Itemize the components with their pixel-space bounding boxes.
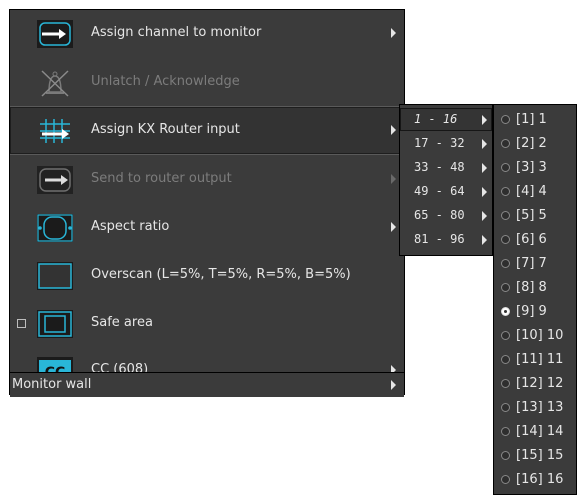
- menu-item-label: Aspect ratio: [91, 219, 170, 234]
- input-item[interactable]: [11] 11: [494, 348, 576, 372]
- bell-icon: [36, 68, 74, 98]
- radio-icon: [501, 475, 510, 484]
- radio-icon: [501, 163, 510, 172]
- input-item[interactable]: [9] 9: [494, 300, 576, 324]
- menu-item-label: Send to router output: [91, 171, 232, 186]
- input-item[interactable]: [15] 15: [494, 444, 576, 468]
- submenu-arrow-icon: [391, 28, 396, 38]
- menu-item-label: Assign channel to monitor: [91, 25, 262, 40]
- range-item[interactable]: 17 - 32: [400, 132, 492, 155]
- router-input-icon: [36, 116, 74, 146]
- radio-icon: [501, 139, 510, 148]
- router-output-icon: [36, 165, 74, 195]
- submenu-arrow-icon: [391, 174, 396, 184]
- range-item[interactable]: 81 - 96: [400, 228, 492, 251]
- menu-item-label: Overscan (L=5%, T=5%, R=5%, B=5%): [91, 267, 351, 282]
- menu-item-monitor-wall[interactable]: Monitor wall: [10, 372, 404, 397]
- menu-item-assign-channel[interactable]: Assign channel to monitor: [10, 10, 404, 57]
- radio-icon: [501, 283, 510, 292]
- submenu-arrow-icon: [391, 125, 396, 135]
- submenu-arrow-icon: [391, 380, 396, 390]
- menu-item-label: Assign KX Router input: [91, 122, 240, 137]
- submenu-arrow-icon: [482, 211, 487, 221]
- input-item[interactable]: [7] 7: [494, 252, 576, 276]
- radio-icon: [501, 187, 510, 196]
- input-item[interactable]: [14] 14: [494, 420, 576, 444]
- radio-icon: [501, 451, 510, 460]
- menu-item-overscan[interactable]: Overscan (L=5%, T=5%, R=5%, B=5%): [10, 252, 404, 299]
- radio-icon: [501, 403, 510, 412]
- radio-icon: [501, 115, 510, 124]
- radio-icon: [501, 379, 510, 388]
- assign-channel-icon: [36, 19, 74, 49]
- menu-item-label: Unlatch / Acknowledge: [91, 74, 240, 89]
- input-item[interactable]: [4] 4: [494, 180, 576, 204]
- aspect-ratio-icon: [36, 213, 74, 243]
- radio-icon: [501, 211, 510, 220]
- range-item[interactable]: 65 - 80: [400, 204, 492, 227]
- range-item[interactable]: 33 - 48: [400, 156, 492, 179]
- safe-area-icon: [36, 309, 74, 339]
- submenu-arrow-icon: [391, 222, 396, 232]
- input-item[interactable]: [12] 12: [494, 372, 576, 396]
- range-item[interactable]: 49 - 64: [400, 180, 492, 203]
- router-range-submenu: 1 - 16 17 - 32 33 - 48 49 - 64 65 - 80 8…: [399, 104, 493, 256]
- radio-icon: [501, 355, 510, 364]
- menu-separator: [10, 154, 404, 155]
- input-item[interactable]: [16] 16: [494, 468, 576, 492]
- input-item[interactable]: [8] 8: [494, 276, 576, 300]
- menu-item-send-router-output[interactable]: Send to router output: [10, 156, 404, 203]
- radio-icon: [501, 427, 510, 436]
- input-item[interactable]: [6] 6: [494, 228, 576, 252]
- menu-item-assign-router-input[interactable]: Assign KX Router input: [10, 107, 404, 154]
- input-item[interactable]: [2] 2: [494, 132, 576, 156]
- menu-item-aspect-ratio[interactable]: Aspect ratio: [10, 204, 404, 251]
- safe-area-checkbox[interactable]: [17, 319, 26, 328]
- context-menu: Assign channel to monitor Unlatch / Ackn…: [9, 9, 405, 397]
- submenu-arrow-icon: [482, 235, 487, 245]
- overscan-icon: [36, 261, 74, 291]
- input-item[interactable]: [1] 1: [494, 108, 576, 132]
- menu-item-label: Safe area: [91, 315, 153, 330]
- range-item[interactable]: 1 - 16: [400, 108, 492, 131]
- input-item[interactable]: [5] 5: [494, 204, 576, 228]
- router-input-submenu: [1] 1 [2] 2 [3] 3 [4] 4 [5] 5 [6] 6 [7] …: [493, 104, 577, 495]
- submenu-arrow-icon: [482, 187, 487, 197]
- menu-item-label: Monitor wall: [12, 377, 92, 392]
- menu-item-safe-area[interactable]: Safe area: [10, 300, 404, 347]
- radio-selected-icon: [501, 307, 510, 316]
- submenu-arrow-icon: [482, 163, 487, 173]
- submenu-arrow-icon: [482, 139, 487, 149]
- input-item[interactable]: [10] 10: [494, 324, 576, 348]
- input-item[interactable]: [13] 13: [494, 396, 576, 420]
- submenu-arrow-icon: [482, 115, 487, 125]
- radio-icon: [501, 259, 510, 268]
- radio-icon: [501, 235, 510, 244]
- radio-icon: [501, 331, 510, 340]
- input-item[interactable]: [3] 3: [494, 156, 576, 180]
- menu-item-unlatch[interactable]: Unlatch / Acknowledge: [10, 59, 404, 106]
